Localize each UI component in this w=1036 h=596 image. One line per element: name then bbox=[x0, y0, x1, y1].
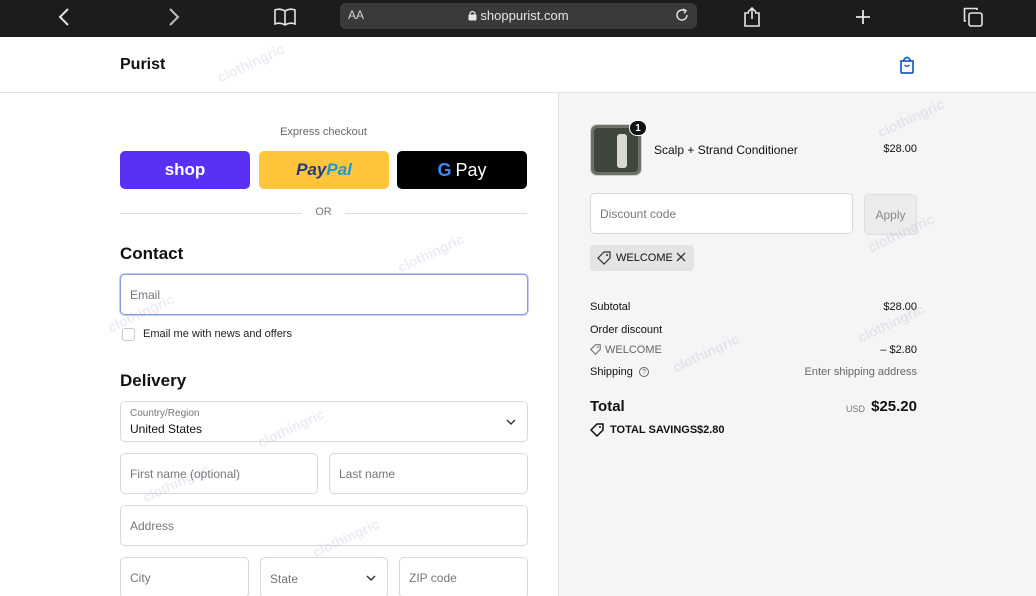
newsletter-checkbox[interactable] bbox=[122, 328, 135, 341]
new-tab-icon[interactable] bbox=[848, 4, 878, 30]
cart-bag-icon[interactable] bbox=[897, 55, 917, 75]
state-label: State bbox=[270, 572, 299, 586]
product-name: Scalp + Strand Conditioner bbox=[654, 143, 798, 157]
or-divider: OR bbox=[120, 206, 527, 220]
email-field[interactable] bbox=[120, 274, 528, 315]
applied-discount-chip: WELCOME bbox=[590, 245, 694, 271]
delivery-heading: Delivery bbox=[120, 371, 187, 390]
newsletter-label: Email me with news and offers bbox=[143, 328, 292, 340]
contact-heading: Contact bbox=[120, 244, 184, 263]
site-header: Purist bbox=[0, 37, 1036, 93]
share-icon[interactable] bbox=[737, 4, 767, 30]
url-display[interactable]: shoppurist.com bbox=[340, 8, 697, 23]
order-discount-label: Order discount bbox=[590, 324, 663, 336]
divider-line-right bbox=[345, 213, 527, 214]
country-label: Country/Region bbox=[130, 408, 200, 419]
city-field[interactable] bbox=[120, 557, 249, 596]
url-text: shoppurist.com bbox=[480, 8, 569, 23]
google-g-icon: G bbox=[437, 159, 452, 180]
tag-icon bbox=[590, 344, 601, 355]
google-pay-button[interactable]: G Pay bbox=[397, 151, 527, 189]
currency-code: USD bbox=[845, 404, 865, 414]
chevron-down-icon bbox=[506, 419, 516, 425]
discount-value: – $2.80 bbox=[880, 344, 917, 356]
watermark: clothingric bbox=[394, 230, 467, 276]
product-price: $28.00 bbox=[883, 143, 917, 155]
subtotal-value: $28.00 bbox=[883, 301, 917, 313]
quantity-badge: 1 bbox=[629, 120, 647, 136]
shipping-value: Enter shipping address bbox=[804, 366, 917, 378]
country-value: United States bbox=[130, 422, 203, 436]
total-value: $25.20 bbox=[871, 398, 917, 415]
paypal-label-pal: Pal bbox=[326, 160, 352, 179]
forward-icon[interactable] bbox=[159, 4, 189, 30]
address-field[interactable] bbox=[120, 505, 528, 546]
browser-toolbar: AA shoppurist.com bbox=[0, 0, 1036, 37]
help-icon[interactable]: ? bbox=[639, 367, 649, 377]
paypal-button[interactable]: Pay Pal bbox=[259, 151, 389, 189]
lock-icon bbox=[468, 10, 477, 21]
total-label: Total bbox=[590, 398, 625, 415]
shop-pay-button[interactable]: shop bbox=[120, 151, 250, 189]
bottle-shape bbox=[617, 134, 627, 168]
shop-pay-label: shop bbox=[164, 160, 206, 179]
applied-code-text: WELCOME bbox=[616, 252, 673, 264]
bookmarks-icon[interactable] bbox=[270, 4, 300, 30]
brand-logo[interactable]: Purist bbox=[120, 56, 165, 74]
first-name-field[interactable] bbox=[120, 453, 318, 494]
chevron-down-icon bbox=[366, 575, 376, 581]
or-label: OR bbox=[315, 206, 332, 218]
express-checkout-label: Express checkout bbox=[280, 126, 367, 138]
address-bar[interactable]: AA shoppurist.com bbox=[340, 3, 697, 29]
product-image bbox=[594, 128, 638, 172]
subtotal-label: Subtotal bbox=[590, 301, 631, 313]
last-name-field[interactable] bbox=[329, 453, 528, 494]
tabs-overview-icon[interactable] bbox=[958, 4, 988, 30]
tag-icon bbox=[597, 251, 611, 265]
discount-code-field[interactable] bbox=[590, 193, 853, 234]
google-pay-label: Pay bbox=[455, 159, 487, 180]
remove-discount-close-icon[interactable] bbox=[674, 250, 688, 264]
state-select[interactable]: State bbox=[260, 557, 388, 596]
country-select[interactable]: Country/Region United States bbox=[120, 401, 528, 442]
total-savings-value: $2.80 bbox=[697, 424, 725, 436]
zip-code-field[interactable] bbox=[399, 557, 528, 596]
apply-discount-button[interactable]: Apply bbox=[864, 194, 917, 235]
savings-tag-icon bbox=[590, 423, 604, 437]
discount-code-label: WELCOME bbox=[605, 344, 662, 356]
back-icon[interactable] bbox=[49, 4, 79, 30]
shipping-label: Shipping bbox=[590, 366, 633, 378]
total-savings-label: TOTAL SAVINGS bbox=[610, 424, 698, 436]
paypal-label-pay: Pay bbox=[296, 160, 327, 179]
reload-icon[interactable] bbox=[672, 5, 692, 25]
